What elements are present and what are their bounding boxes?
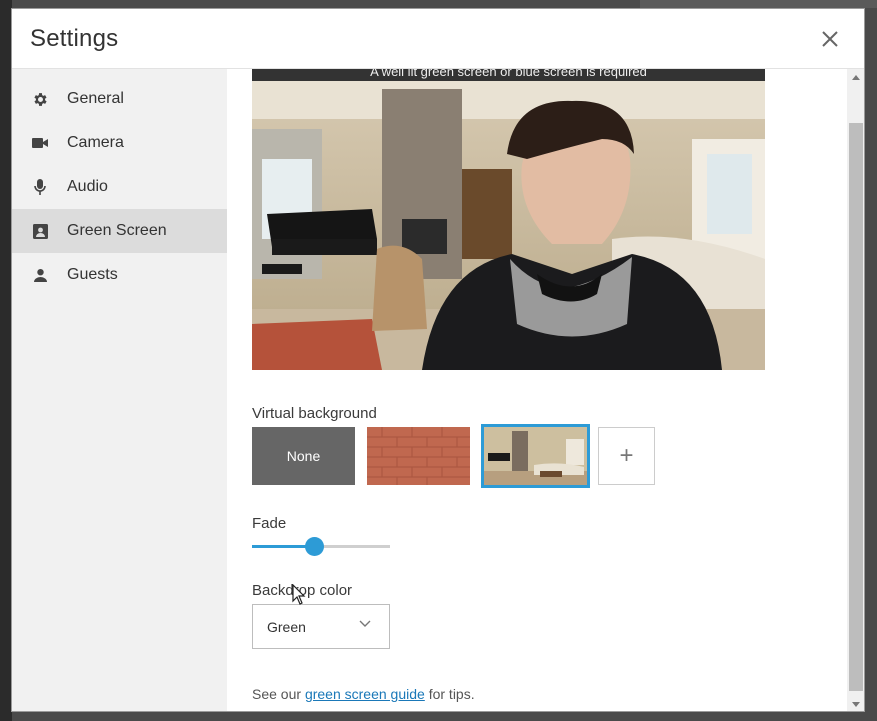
- close-button[interactable]: [816, 25, 844, 53]
- sidebar-item-label: Camera: [67, 134, 124, 151]
- tips-suffix: for tips.: [424, 686, 475, 702]
- sidebar-item-green-screen[interactable]: Green Screen: [12, 209, 227, 253]
- sidebar-item-label: Audio: [67, 178, 108, 195]
- tips-text: See our green screen guide for tips.: [252, 686, 475, 702]
- backdrop-color-value: Green: [267, 619, 306, 635]
- camera-icon: [31, 134, 49, 152]
- preview-caption: A well lit green screen or blue screen i…: [252, 69, 765, 81]
- backdrop-color-select[interactable]: Green: [252, 604, 390, 649]
- scroll-up-arrow-icon[interactable]: [852, 75, 860, 80]
- green-screen-icon: [31, 222, 49, 240]
- sidebar-item-camera[interactable]: Camera: [12, 121, 227, 165]
- sidebar-item-audio[interactable]: Audio: [12, 165, 227, 209]
- backdrop-top: [640, 0, 877, 8]
- brick-wall-thumbnail: [367, 427, 470, 485]
- plus-icon: +: [619, 442, 634, 469]
- sidebar-item-general[interactable]: General: [12, 77, 227, 121]
- add-background-button[interactable]: +: [598, 427, 655, 485]
- green-screen-panel: A well lit green screen or blue screen i…: [227, 69, 847, 711]
- close-icon: [822, 31, 838, 47]
- tips-prefix: See our: [252, 686, 305, 702]
- living-room-thumbnail: [484, 427, 587, 485]
- chevron-down-icon: [359, 620, 371, 627]
- person-icon: [31, 266, 49, 284]
- fade-slider-thumb[interactable]: [305, 537, 325, 556]
- preview-image: [252, 69, 765, 370]
- fade-label: Fade: [252, 515, 287, 532]
- sidebar-item-guests[interactable]: Guests: [12, 253, 227, 297]
- background-option-none[interactable]: None: [252, 427, 355, 485]
- scroll-down-arrow-icon[interactable]: [852, 702, 860, 707]
- sidebar-item-label: Guests: [67, 266, 118, 283]
- microphone-icon: [31, 178, 49, 196]
- dialog-header: Settings: [12, 9, 864, 69]
- mouse-pointer-icon: [292, 584, 306, 605]
- background-option-living-room[interactable]: [481, 424, 590, 488]
- dialog-title: Settings: [30, 25, 119, 52]
- fade-slider[interactable]: [252, 537, 390, 556]
- settings-dialog: Settings General Camera Audio Green Scre…: [11, 8, 865, 712]
- gear-icon: [31, 90, 49, 108]
- background-none-label: None: [286, 448, 321, 464]
- panel-scrollbar[interactable]: [847, 69, 864, 711]
- background-option-brick[interactable]: [367, 427, 470, 485]
- virtual-background-label: Virtual background: [252, 405, 377, 422]
- sidebar-item-label: General: [67, 90, 124, 107]
- scrollbar-thumb[interactable]: [849, 123, 863, 691]
- green-screen-guide-link[interactable]: green screen guide: [305, 686, 425, 702]
- sidebar-item-label: Green Screen: [67, 222, 167, 239]
- settings-sidebar: General Camera Audio Green Screen Guests: [12, 69, 227, 711]
- camera-preview: A well lit green screen or blue screen i…: [252, 69, 765, 370]
